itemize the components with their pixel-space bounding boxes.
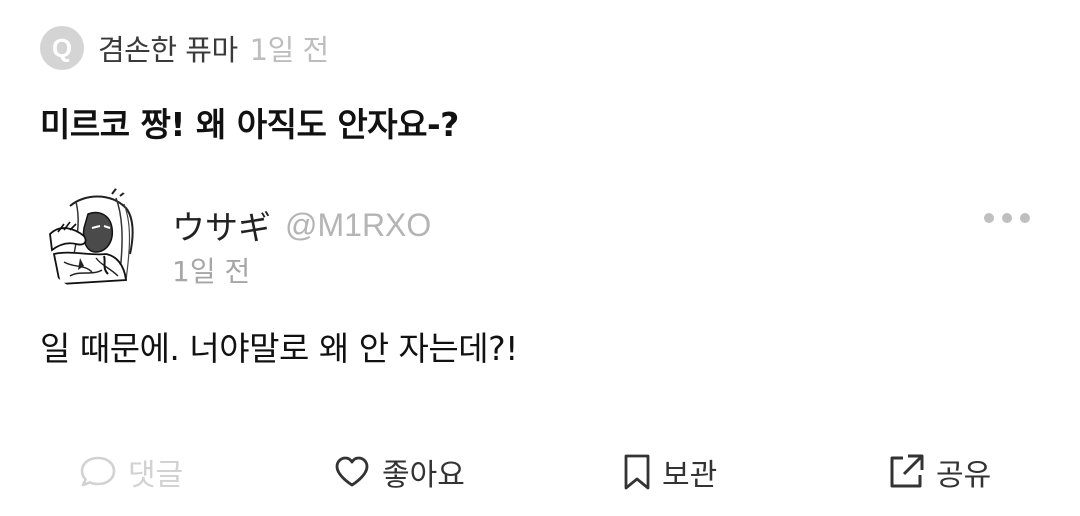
like-label: 좋아요 bbox=[382, 458, 465, 493]
avatar[interactable] bbox=[40, 184, 148, 292]
more-dot-icon bbox=[1020, 213, 1030, 223]
asker-name[interactable]: 겸손한 퓨마 bbox=[98, 27, 238, 69]
answerer-handle[interactable]: @M1RXO bbox=[285, 207, 431, 244]
answerer-name[interactable]: ウサギ bbox=[172, 201, 271, 249]
bookmark-icon bbox=[622, 452, 652, 492]
share-icon bbox=[886, 452, 926, 492]
answer-timestamp: 1일 전 bbox=[172, 255, 251, 288]
comment-button[interactable]: 댓글 bbox=[78, 444, 183, 500]
action-bar: 댓글 좋아요 보관 공유 bbox=[0, 444, 1080, 500]
question-badge-icon: Q bbox=[40, 26, 84, 70]
save-label: 보관 bbox=[662, 458, 718, 493]
comment-label: 댓글 bbox=[128, 458, 184, 493]
share-button[interactable]: 공유 bbox=[886, 444, 991, 500]
heart-icon bbox=[332, 454, 372, 490]
comment-icon bbox=[78, 454, 118, 490]
question-header: Q 겸손한 퓨마 1일 전 bbox=[40, 26, 329, 70]
question-text: 미르코 짱! 왜 아직도 안자요-? bbox=[40, 105, 459, 144]
more-options-button[interactable] bbox=[984, 206, 1030, 230]
avatar-illustration bbox=[40, 184, 148, 292]
more-dot-icon bbox=[1002, 213, 1012, 223]
question-timestamp: 1일 전 bbox=[249, 33, 330, 67]
more-dot-icon bbox=[984, 213, 994, 223]
save-button[interactable]: 보관 bbox=[622, 444, 717, 500]
like-button[interactable]: 좋아요 bbox=[332, 444, 465, 500]
answerer-info: ウサギ @M1RXO bbox=[172, 200, 431, 250]
answer-text: 일 때문에. 너야말로 왜 안 자는데?! bbox=[40, 329, 518, 368]
share-label: 공유 bbox=[936, 458, 992, 493]
